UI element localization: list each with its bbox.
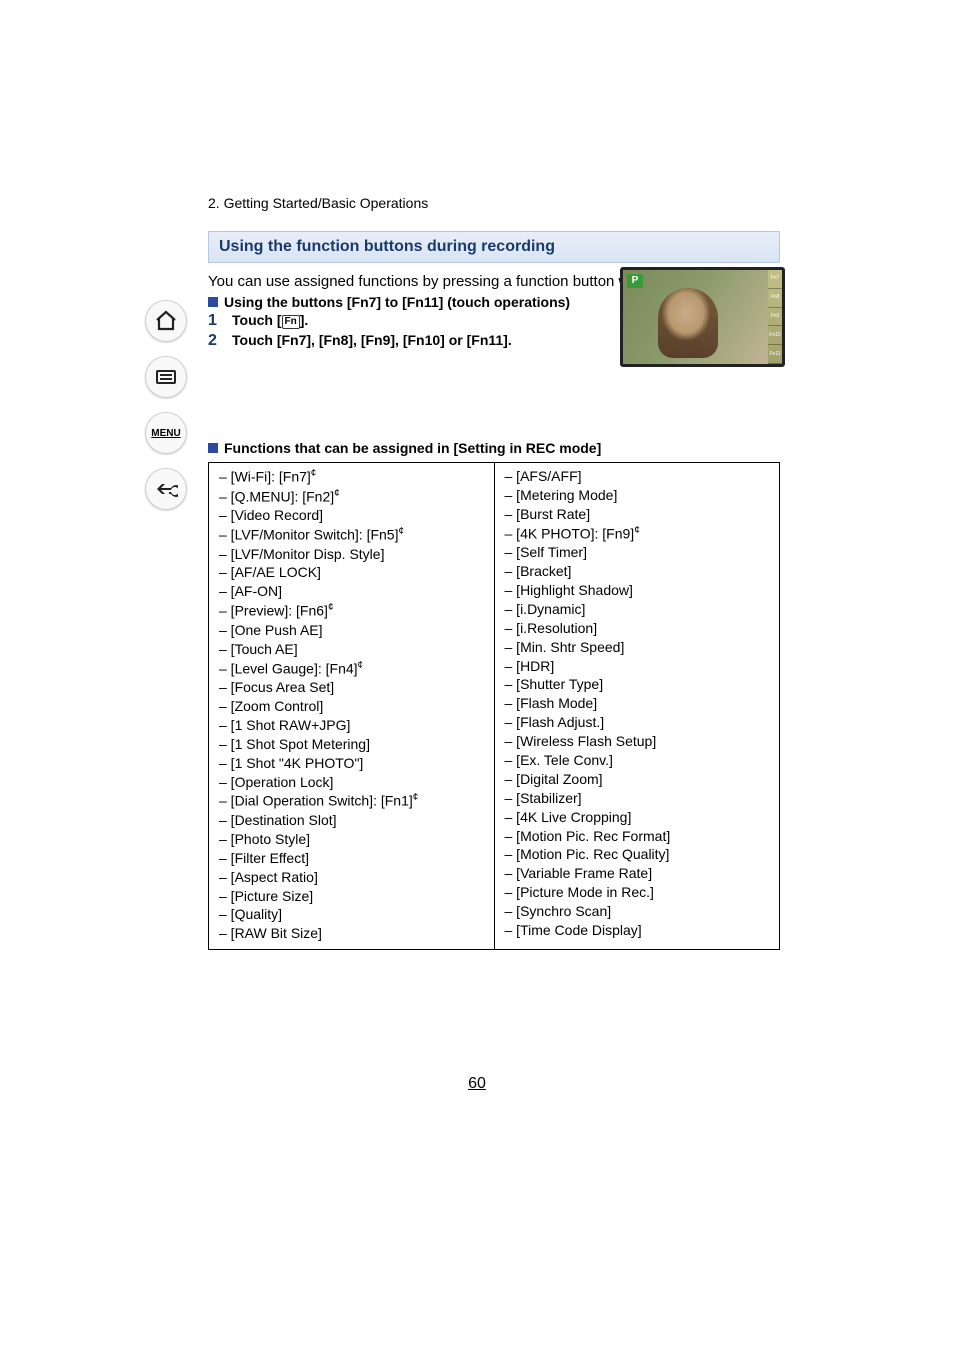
- fn-touch-sidebar: Fn7 Fn8 Fn9 Fn10 Fn11: [768, 270, 782, 364]
- section-heading: Using the function buttons during record…: [208, 231, 780, 263]
- function-item: – [Synchro Scan]: [505, 902, 770, 921]
- page-content: 2. Getting Started/Basic Operations Usin…: [208, 195, 780, 950]
- sub-heading-functions: Functions that can be assigned in [Setti…: [208, 440, 780, 456]
- fn10-touch-button[interactable]: Fn10: [768, 326, 782, 345]
- function-item: – [Quality]: [219, 905, 484, 924]
- function-item: – [Wi-Fi]: [Fn7]¢: [219, 467, 484, 487]
- function-item: – [Picture Size]: [219, 887, 484, 906]
- camera-preview: P Fn7 Fn8 Fn9 Fn10 Fn11: [620, 267, 785, 367]
- function-item: – [Burst Rate]: [505, 505, 770, 524]
- fn7-touch-button[interactable]: Fn7: [768, 270, 782, 289]
- bullet-icon: [208, 443, 218, 453]
- functions-table: – [Wi-Fi]: [Fn7]¢– [Q.MENU]: [Fn2]¢– [Vi…: [208, 462, 780, 950]
- function-item: – [Dial Operation Switch]: [Fn1]¢: [219, 791, 484, 811]
- function-item: – [AF/AE LOCK]: [219, 563, 484, 582]
- breadcrumb: 2. Getting Started/Basic Operations: [208, 195, 780, 211]
- page-number[interactable]: 60: [0, 1075, 954, 1093]
- function-item: – [One Push AE]: [219, 621, 484, 640]
- function-item: – [Destination Slot]: [219, 811, 484, 830]
- function-item: – [LVF/Monitor Switch]: [Fn5]¢: [219, 525, 484, 545]
- function-item: – [AF-ON]: [219, 582, 484, 601]
- function-item: – [1 Shot RAW+JPG]: [219, 716, 484, 735]
- function-item: – [Shutter Type]: [505, 675, 770, 694]
- function-item: – [i.Resolution]: [505, 619, 770, 638]
- function-item: – [Picture Mode in Rec.]: [505, 883, 770, 902]
- display-icon[interactable]: [145, 356, 187, 398]
- function-item: – [Video Record]: [219, 506, 484, 525]
- functions-col-right: – [AFS/AFF]– [Metering Mode]– [Burst Rat…: [495, 463, 780, 949]
- fn11-touch-button[interactable]: Fn11: [768, 345, 782, 364]
- function-item: – [Digital Zoom]: [505, 770, 770, 789]
- function-item: – [LVF/Monitor Disp. Style]: [219, 545, 484, 564]
- menu-icon[interactable]: MENU: [145, 412, 187, 454]
- fn-tab-icon: Fn: [282, 315, 300, 329]
- function-item: – [Bracket]: [505, 562, 770, 581]
- back-icon[interactable]: [145, 468, 187, 510]
- function-item: – [Ex. Tele Conv.]: [505, 751, 770, 770]
- function-item: – [Level Gauge]: [Fn4]¢: [219, 659, 484, 679]
- function-item: – [Motion Pic. Rec Format]: [505, 827, 770, 846]
- function-item: – [1 Shot Spot Metering]: [219, 735, 484, 754]
- function-item: – [Preview]: [Fn6]¢: [219, 601, 484, 621]
- function-item: – [Zoom Control]: [219, 697, 484, 716]
- fn9-touch-button[interactable]: Fn9: [768, 308, 782, 327]
- function-item: – [AFS/AFF]: [505, 467, 770, 486]
- fn8-touch-button[interactable]: Fn8: [768, 289, 782, 308]
- function-item: – [4K PHOTO]: [Fn9]¢: [505, 524, 770, 544]
- function-item: – [4K Live Cropping]: [505, 808, 770, 827]
- function-item: – [Flash Adjust.]: [505, 713, 770, 732]
- function-item: – [Photo Style]: [219, 830, 484, 849]
- function-item: – [Variable Frame Rate]: [505, 864, 770, 883]
- functions-col-left: – [Wi-Fi]: [Fn7]¢– [Q.MENU]: [Fn2]¢– [Vi…: [209, 463, 495, 949]
- function-item: – [Flash Mode]: [505, 694, 770, 713]
- function-item: – [Metering Mode]: [505, 486, 770, 505]
- function-item: – [Stabilizer]: [505, 789, 770, 808]
- function-item: – [Highlight Shadow]: [505, 581, 770, 600]
- function-item: – [Min. Shtr Speed]: [505, 638, 770, 657]
- function-item: – [Q.MENU]: [Fn2]¢: [219, 487, 484, 507]
- function-item: – [i.Dynamic]: [505, 600, 770, 619]
- function-item: – [1 Shot "4K PHOTO"]: [219, 754, 484, 773]
- function-item: – [HDR]: [505, 657, 770, 676]
- function-item: – [Touch AE]: [219, 640, 484, 659]
- mode-badge: P: [627, 274, 643, 288]
- function-item: – [Operation Lock]: [219, 773, 484, 792]
- function-item: – [RAW Bit Size]: [219, 924, 484, 943]
- function-item: – [Wireless Flash Setup]: [505, 732, 770, 751]
- function-item: – [Motion Pic. Rec Quality]: [505, 845, 770, 864]
- function-item: – [Filter Effect]: [219, 849, 484, 868]
- function-item: – [Self Timer]: [505, 543, 770, 562]
- bullet-icon: [208, 297, 218, 307]
- function-item: – [Focus Area Set]: [219, 678, 484, 697]
- home-icon[interactable]: [145, 300, 187, 342]
- function-item: – [Aspect Ratio]: [219, 868, 484, 887]
- nav-sidebar: MENU: [145, 300, 195, 524]
- function-item: – [Time Code Display]: [505, 921, 770, 940]
